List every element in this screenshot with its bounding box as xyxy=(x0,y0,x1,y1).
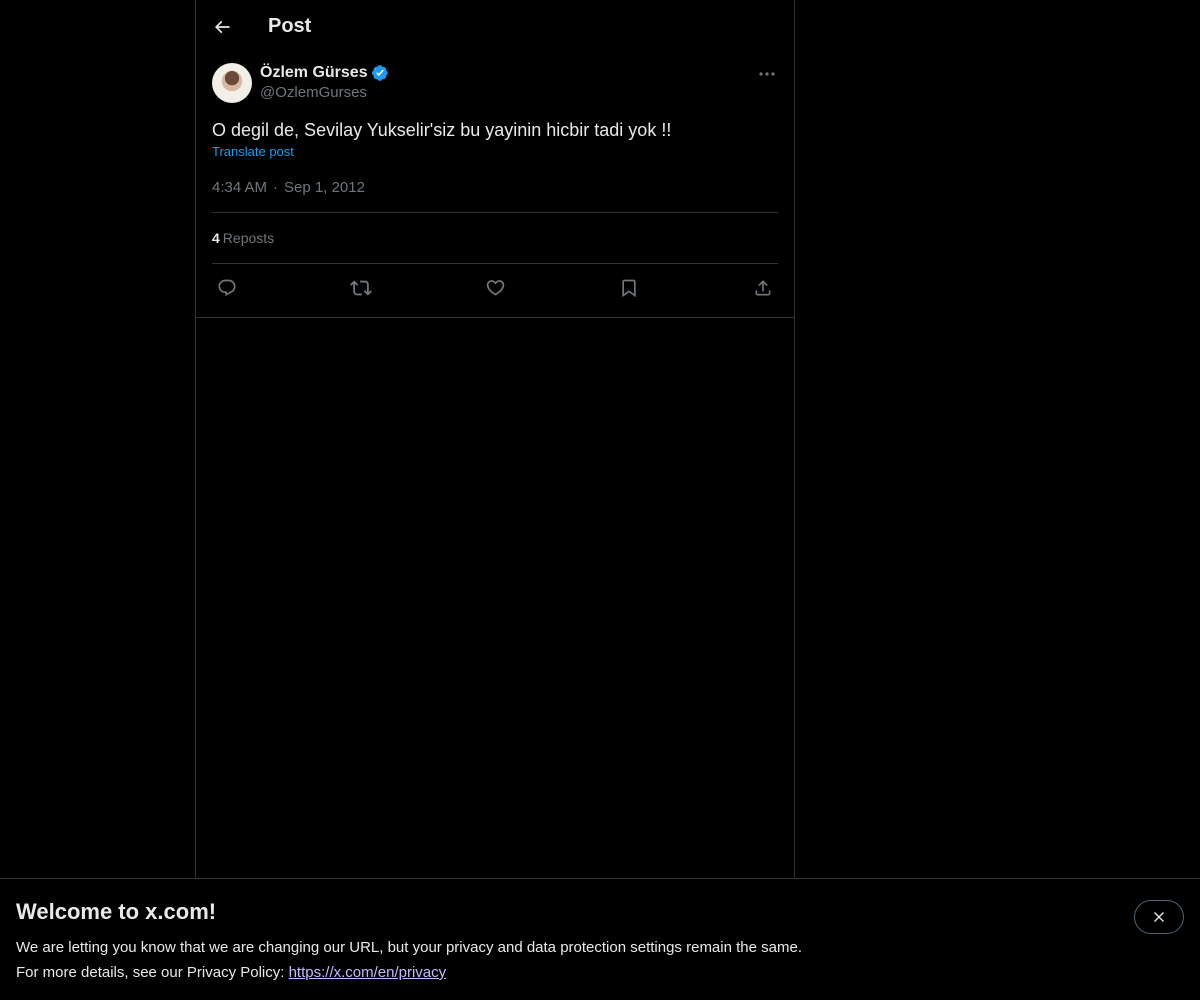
privacy-policy-link[interactable]: https://x.com/en/privacy xyxy=(289,964,447,981)
heart-icon xyxy=(486,280,504,296)
header: Post xyxy=(196,0,794,53)
more-horizontal-icon xyxy=(759,72,775,76)
timestamp-separator: · xyxy=(273,179,279,196)
reposts-stat[interactable]: 4 Reposts xyxy=(212,230,274,246)
reposts-label: Reposts xyxy=(222,230,275,246)
banner-details-text: For more details, see our Privacy Policy… xyxy=(16,964,289,981)
translate-post-link[interactable]: Translate post xyxy=(212,144,294,159)
arrow-left-icon xyxy=(214,20,230,33)
author-info: Özlem Gürses @OzlemGurses xyxy=(260,63,389,101)
author-name[interactable]: Özlem Gürses xyxy=(260,64,368,82)
verified-badge-icon[interactable] xyxy=(371,64,389,82)
close-banner-button[interactable] xyxy=(1134,900,1184,934)
name-line: Özlem Gürses xyxy=(260,63,389,83)
post-time[interactable]: 4:34 AM xyxy=(212,179,267,196)
bookmark-icon xyxy=(622,279,636,297)
share-icon xyxy=(755,279,771,295)
reply-icon xyxy=(218,279,236,296)
repost-button[interactable] xyxy=(350,277,372,299)
author-row: Özlem Gürses @OzlemGurses xyxy=(212,63,778,103)
back-button[interactable] xyxy=(204,9,240,45)
page-title: Post xyxy=(268,15,312,37)
post-divider xyxy=(196,317,794,318)
close-icon xyxy=(1154,912,1164,922)
reply-button[interactable] xyxy=(216,277,238,299)
share-button[interactable] xyxy=(752,277,774,299)
repost-icon xyxy=(350,280,372,295)
url-change-banner: Welcome to x.com! We are letting you kno… xyxy=(0,878,1200,1000)
banner-title: Welcome to x.com! xyxy=(16,899,217,924)
reposts-count: 4 xyxy=(212,230,220,246)
more-options-button[interactable] xyxy=(756,65,778,83)
timestamp: 4:34 AM · Sep 1, 2012 xyxy=(212,179,778,213)
main-column: Post Özlem Gürses @OzlemGurses O degil d… xyxy=(195,0,795,878)
banner-message: We are letting you know that we are chan… xyxy=(16,939,802,956)
stats-row: 4 Reposts xyxy=(212,213,778,264)
post-text: O degil de, Sevilay Yukselir'siz bu yayi… xyxy=(212,120,672,140)
page: Post Özlem Gürses @OzlemGurses O degil d… xyxy=(0,0,1200,1000)
bookmark-button[interactable] xyxy=(618,277,640,299)
actions-row xyxy=(212,264,778,311)
post: Özlem Gürses @OzlemGurses O degil de, Se… xyxy=(196,53,794,311)
banner-details: For more details, see our Privacy Policy… xyxy=(16,960,1184,985)
avatar[interactable] xyxy=(212,63,252,103)
author-handle[interactable]: @OzlemGurses xyxy=(260,84,389,101)
like-button[interactable] xyxy=(484,277,506,299)
post-date[interactable]: Sep 1, 2012 xyxy=(284,179,365,196)
